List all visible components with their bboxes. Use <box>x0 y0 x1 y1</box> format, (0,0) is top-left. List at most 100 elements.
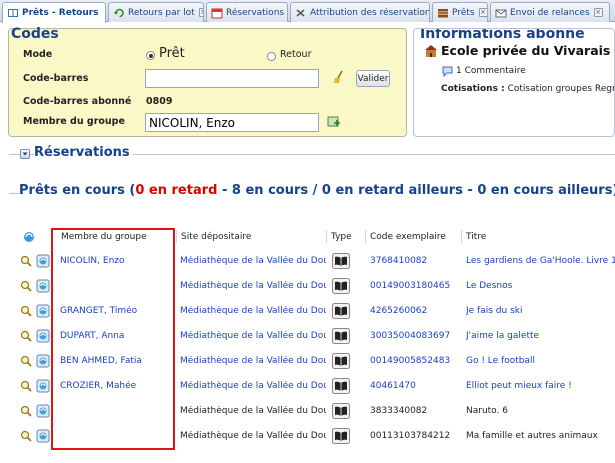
books-icon <box>437 7 449 19</box>
row-code[interactable]: 00113103784212 <box>370 431 458 441</box>
tab-label: Prêts <box>452 7 475 18</box>
close-icon[interactable]: × <box>478 8 487 17</box>
tab-attribution-reservations[interactable]: Attribution des réservations × <box>290 2 430 22</box>
magnifier-icon[interactable] <box>20 355 32 367</box>
subscriber-barcode-label: Code-barres abonné <box>23 96 132 107</box>
row-site[interactable]: Médiathèque de la Vallée du Doux <box>180 356 326 366</box>
tab-label: Envoi de relances <box>510 7 590 18</box>
broom-icon[interactable] <box>332 70 346 84</box>
row-site[interactable]: Médiathèque de la Vallée du Doux <box>180 331 326 341</box>
calendar-icon <box>211 7 223 19</box>
column-separator <box>365 230 366 243</box>
close-icon[interactable]: × <box>198 8 203 17</box>
cotisations-value: Cotisation groupes Regrou <box>507 84 615 94</box>
magnifier-icon[interactable] <box>20 255 32 267</box>
tab-prets[interactable]: Prêts × <box>432 2 488 22</box>
book-type-icon <box>332 378 350 394</box>
header-code[interactable]: Code exemplaire <box>370 232 446 242</box>
book-type-icon <box>332 328 350 344</box>
return-item-icon[interactable] <box>36 329 50 343</box>
magnifier-icon[interactable] <box>20 430 32 442</box>
header-title[interactable]: Titre <box>466 232 486 242</box>
mode-pret-radio[interactable] <box>146 51 155 60</box>
assign-icon <box>295 7 307 19</box>
return-item-icon[interactable] <box>36 379 50 393</box>
row-site[interactable]: Médiathèque de la Vallée du Doux <box>180 281 326 291</box>
cotisations-line: Cotisations : Cotisation groupes Regrou <box>441 84 615 94</box>
return-item-icon[interactable] <box>36 304 50 318</box>
row-site[interactable]: Médiathèque de la Vallée du Doux <box>180 256 326 266</box>
info-title: Informations abonné <box>420 28 585 42</box>
row-site[interactable]: Médiathèque de la Vallée du Doux <box>180 381 326 391</box>
book-type-icon <box>332 428 350 444</box>
row-site[interactable]: Médiathèque de la Vallée du Doux <box>180 406 326 416</box>
comment-link[interactable]: 1 Commentaire <box>456 66 526 76</box>
reservations-title[interactable]: Réservations <box>34 145 133 160</box>
mode-label: Mode <box>23 49 53 60</box>
magnifier-icon[interactable] <box>20 380 32 392</box>
reservations-expand-icon[interactable] <box>20 149 30 159</box>
return-item-icon[interactable] <box>36 404 50 418</box>
tab-prets-retours[interactable]: Prêts - Retours <box>2 2 106 23</box>
group-member-input[interactable] <box>145 113 319 132</box>
subscriber-barcode-value: 0809 <box>146 96 173 107</box>
row-code[interactable]: 3833340082 <box>370 406 458 416</box>
member-column-highlight <box>51 228 175 450</box>
row-title[interactable]: Je fais du ski <box>466 306 615 316</box>
barcode-input[interactable] <box>145 69 319 88</box>
return-item-icon[interactable] <box>36 254 50 268</box>
row-title[interactable]: J'aime la galette <box>466 331 615 341</box>
row-title[interactable]: Elliot peut mieux faire ! <box>466 381 615 391</box>
row-code[interactable]: 40461470 <box>370 381 458 391</box>
row-code[interactable]: 3768410082 <box>370 256 458 266</box>
row-title[interactable]: Les gardiens de Ga'Hoole. Livre 14, Le <box>466 256 615 266</box>
column-separator <box>461 230 462 243</box>
row-title[interactable]: Ma famille et autres animaux <box>466 431 615 441</box>
codes-panel: Codes Mode Prêt Retour Code-barres Valid… <box>8 26 407 137</box>
magnifier-icon[interactable] <box>20 330 32 342</box>
comment-icon[interactable] <box>442 66 453 78</box>
row-site[interactable]: Médiathèque de la Vallée du Doux <box>180 306 326 316</box>
return-item-icon[interactable] <box>36 279 50 293</box>
refresh-all-icon[interactable] <box>22 230 36 244</box>
tab-retours-par-lot[interactable]: Retours par lot × <box>108 2 204 22</box>
group-select-icon[interactable] <box>327 115 341 129</box>
row-code[interactable]: 00149003180465 <box>370 281 458 291</box>
row-code[interactable]: 30035004083697 <box>370 331 458 341</box>
school-icon <box>424 44 438 58</box>
mode-retour-label: Retour <box>280 49 312 60</box>
loans-title: Prêts en cours (0 en retard - 8 en cours… <box>19 183 615 198</box>
cotisations-label: Cotisations : <box>441 84 505 94</box>
header-site[interactable]: Site dépositaire <box>181 232 251 242</box>
tab-reservations[interactable]: Réservations × <box>206 2 288 22</box>
magnifier-icon[interactable] <box>20 405 32 417</box>
group-member-label: Membre du groupe <box>23 116 125 127</box>
close-icon[interactable]: × <box>593 8 603 17</box>
tab-label: Retours par lot <box>128 7 195 18</box>
book-type-icon <box>332 403 350 419</box>
tab-envoi-relances[interactable]: Envoi de relances × <box>490 2 610 22</box>
book-type-icon <box>332 253 350 269</box>
book-type-icon <box>332 353 350 369</box>
magnifier-icon[interactable] <box>20 280 32 292</box>
magnifier-icon[interactable] <box>20 305 32 317</box>
loans-late-count: 0 en retard <box>135 183 218 198</box>
tab-label: Prêts - Retours <box>22 8 99 18</box>
header-type[interactable]: Type <box>331 232 352 242</box>
validate-button[interactable]: Valider <box>356 70 390 87</box>
tab-label: Réservations <box>226 7 285 18</box>
book-type-icon <box>332 278 350 294</box>
row-site[interactable]: Médiathèque de la Vallée du Doux <box>180 431 326 441</box>
return-arrow-icon <box>113 7 125 19</box>
mode-retour-radio[interactable] <box>267 52 276 61</box>
row-title[interactable]: Go ! Le football <box>466 356 615 366</box>
return-item-icon[interactable] <box>36 354 50 368</box>
row-code[interactable]: 00149005852483 <box>370 356 458 366</box>
row-title[interactable]: Le Desnos <box>466 281 615 291</box>
row-code[interactable]: 4265260062 <box>370 306 458 316</box>
column-separator <box>326 230 327 243</box>
return-item-icon[interactable] <box>36 429 50 443</box>
loans-title-prefix: Prêts en cours ( <box>19 183 136 198</box>
row-title[interactable]: Naruto. 6 <box>466 406 615 416</box>
subscriber-name: Ecole privée du Vivarais <box>441 43 611 58</box>
